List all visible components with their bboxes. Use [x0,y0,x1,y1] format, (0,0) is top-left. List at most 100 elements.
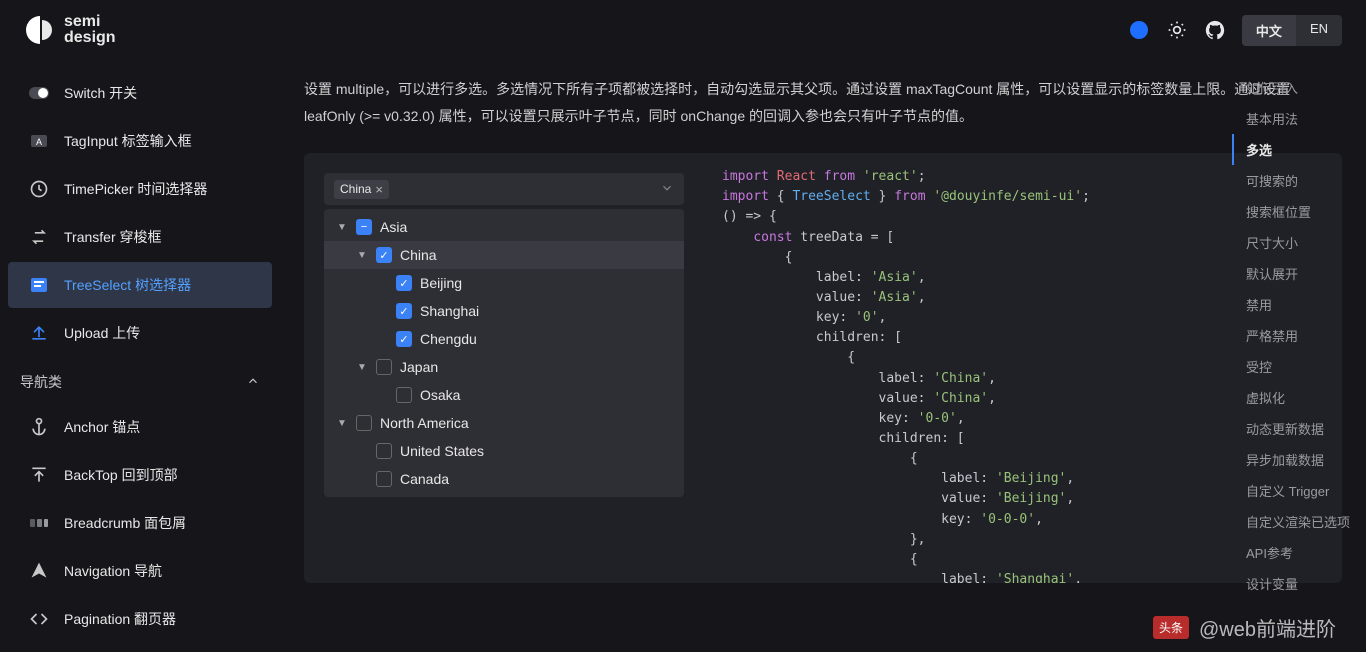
navigation-icon [28,560,50,582]
checkbox[interactable]: ✓ [396,331,412,347]
tree-node-label: Osaka [420,387,460,403]
tree-node-label: Canada [400,471,449,487]
tree-node[interactable]: ▼✓Beijing [324,269,684,297]
watermark: 头条 @web前端进阶 [1153,613,1336,642]
toc-link[interactable]: 自定义渲染已选项 [1232,506,1350,537]
chevron-up-icon [246,374,260,391]
sidebar-item-transfer[interactable]: Transfer 穿梭框 [8,214,272,260]
pagination-icon [28,608,50,630]
expand-toggle-icon[interactable]: ▼ [336,222,348,233]
lang-zh-button[interactable]: 中文 [1242,15,1296,46]
tree-node[interactable]: ▼✓China [324,241,684,269]
toc-link[interactable]: 默认展开 [1232,258,1350,289]
sidebar-item-label: Upload 上传 [64,323,140,343]
sidebar-item-steps[interactable]: Steps 步骤 [8,644,272,652]
checkbox[interactable]: ✓ [396,303,412,319]
toc-link[interactable]: 设计变量 [1232,568,1350,599]
selected-tag: China × [334,180,389,199]
backtop-icon [28,464,50,486]
toc-link[interactable]: 基本用法 [1232,103,1350,134]
sidebar-item-treeselect[interactable]: TreeSelect 树选择器 [8,262,272,308]
sidebar-item-label: TimePicker 时间选择器 [64,179,207,199]
transfer-icon [28,226,50,248]
tree-node-label: Asia [380,219,407,235]
sidebar-item-label: Transfer 穿梭框 [64,227,162,247]
sidebar-item-backtop[interactable]: BackTop 回到顶部 [8,452,272,498]
toc-link[interactable]: 尺寸大小 [1232,227,1350,258]
checkbox[interactable] [396,387,412,403]
tree-select-input[interactable]: China × [324,173,684,205]
clock-icon [28,178,50,200]
github-icon[interactable] [1204,19,1226,41]
breadcrumb-icon [28,512,50,534]
tree-dropdown: ▼−Asia▼✓China▼✓Beijing▼✓Shanghai▼✓Chengd… [324,209,684,497]
sidebar-item-navigation[interactable]: Navigation 导航 [8,548,272,594]
checkbox[interactable] [376,443,392,459]
tree-node[interactable]: ▼−Asia [324,213,684,241]
sidebar-group-header[interactable]: 导航类 [0,358,280,402]
sidebar-item-upload[interactable]: Upload 上传 [8,310,272,356]
tree-node-label: Japan [400,359,438,375]
checkbox[interactable] [356,415,372,431]
treeselect-icon [28,274,50,296]
watermark-text: @web前端进阶 [1199,613,1336,642]
switch-icon [28,82,50,104]
sidebar-item-label: Pagination 翻页器 [64,609,176,629]
sidebar-item-label: TreeSelect 树选择器 [64,275,191,295]
demo-preview: China × ▼−Asia▼✓China▼✓Beijing▼✓Shanghai… [304,153,704,583]
theme-color-icon[interactable] [1128,19,1150,41]
checkbox[interactable]: ✓ [376,247,392,263]
tag-close-icon[interactable]: × [375,182,383,197]
toc-link[interactable]: 虚拟化 [1232,382,1350,413]
demo-container: China × ▼−Asia▼✓China▼✓Beijing▼✓Shanghai… [304,153,1342,583]
lang-en-button[interactable]: EN [1296,15,1342,46]
toc-link[interactable]: 搜索框位置 [1232,196,1350,227]
toc-link[interactable]: 如何引入 [1232,72,1350,103]
tree-node[interactable]: ▼Canada [324,465,684,493]
tag-label: China [340,182,371,196]
tree-node[interactable]: ▼United States [324,437,684,465]
watermark-badge: 头条 [1153,616,1189,639]
checkbox[interactable]: − [356,219,372,235]
sidebar-item-taginput[interactable]: ATagInput 标签输入框 [8,118,272,164]
tree-node-label: Shanghai [420,303,479,319]
taginput-icon: A [28,130,50,152]
table-of-contents: 如何引入基本用法多选可搜索的搜索框位置尺寸大小默认展开禁用严格禁用受控虚拟化动态… [1216,60,1366,611]
sidebar-item-label: Anchor 锚点 [64,417,140,437]
sidebar-item-switch[interactable]: Switch 开关 [8,70,272,116]
sidebar-nav: Switch 开关ATagInput 标签输入框 TimePicker 时间选择器… [0,60,280,652]
toc-link[interactable]: 自定义 Trigger [1232,475,1350,506]
toc-link[interactable]: 可搜索的 [1232,165,1350,196]
tree-node-label: Chengdu [420,331,477,347]
sidebar-item-anchor[interactable]: Anchor 锚点 [8,404,272,450]
tree-node[interactable]: ▼✓Chengdu [324,325,684,353]
checkbox[interactable] [376,471,392,487]
toc-link[interactable]: 多选 [1232,134,1350,165]
toc-link[interactable]: 严格禁用 [1232,320,1350,351]
tree-node[interactable]: ▼North America [324,409,684,437]
toc-link[interactable]: 禁用 [1232,289,1350,320]
expand-toggle-icon[interactable]: ▼ [356,250,368,261]
sidebar-item-breadcrumb[interactable]: Breadcrumb 面包屑 [8,500,272,546]
toc-link[interactable]: API参考 [1232,537,1350,568]
toc-link[interactable]: 异步加载数据 [1232,444,1350,475]
sidebar-item-label: Breadcrumb 面包屑 [64,513,186,533]
chevron-down-icon[interactable] [660,181,674,198]
anchor-icon [28,416,50,438]
expand-toggle-icon[interactable]: ▼ [336,418,348,429]
toc-link[interactable]: 受控 [1232,351,1350,382]
tree-node[interactable]: ▼ Japan [324,353,684,381]
checkbox[interactable]: ✓ [396,275,412,291]
sidebar-item-pagination[interactable]: Pagination 翻页器 [8,596,272,642]
tree-node[interactable]: ▼Osaka [324,381,684,409]
brand-logo[interactable]: semi design [24,14,116,46]
sidebar-item-clock[interactable]: TimePicker 时间选择器 [8,166,272,212]
toc-link[interactable]: 动态更新数据 [1232,413,1350,444]
main-content: 设置 multiple，可以进行多选。多选情况下所有子项都被选择时，自动勾选显示… [280,60,1366,652]
sidebar-item-label: BackTop 回到顶部 [64,465,178,485]
tree-node-label: United States [400,443,484,459]
checkbox[interactable] [376,359,392,375]
tree-node[interactable]: ▼✓Shanghai [324,297,684,325]
theme-mode-icon[interactable] [1166,19,1188,41]
expand-toggle-icon[interactable]: ▼ [356,362,368,373]
